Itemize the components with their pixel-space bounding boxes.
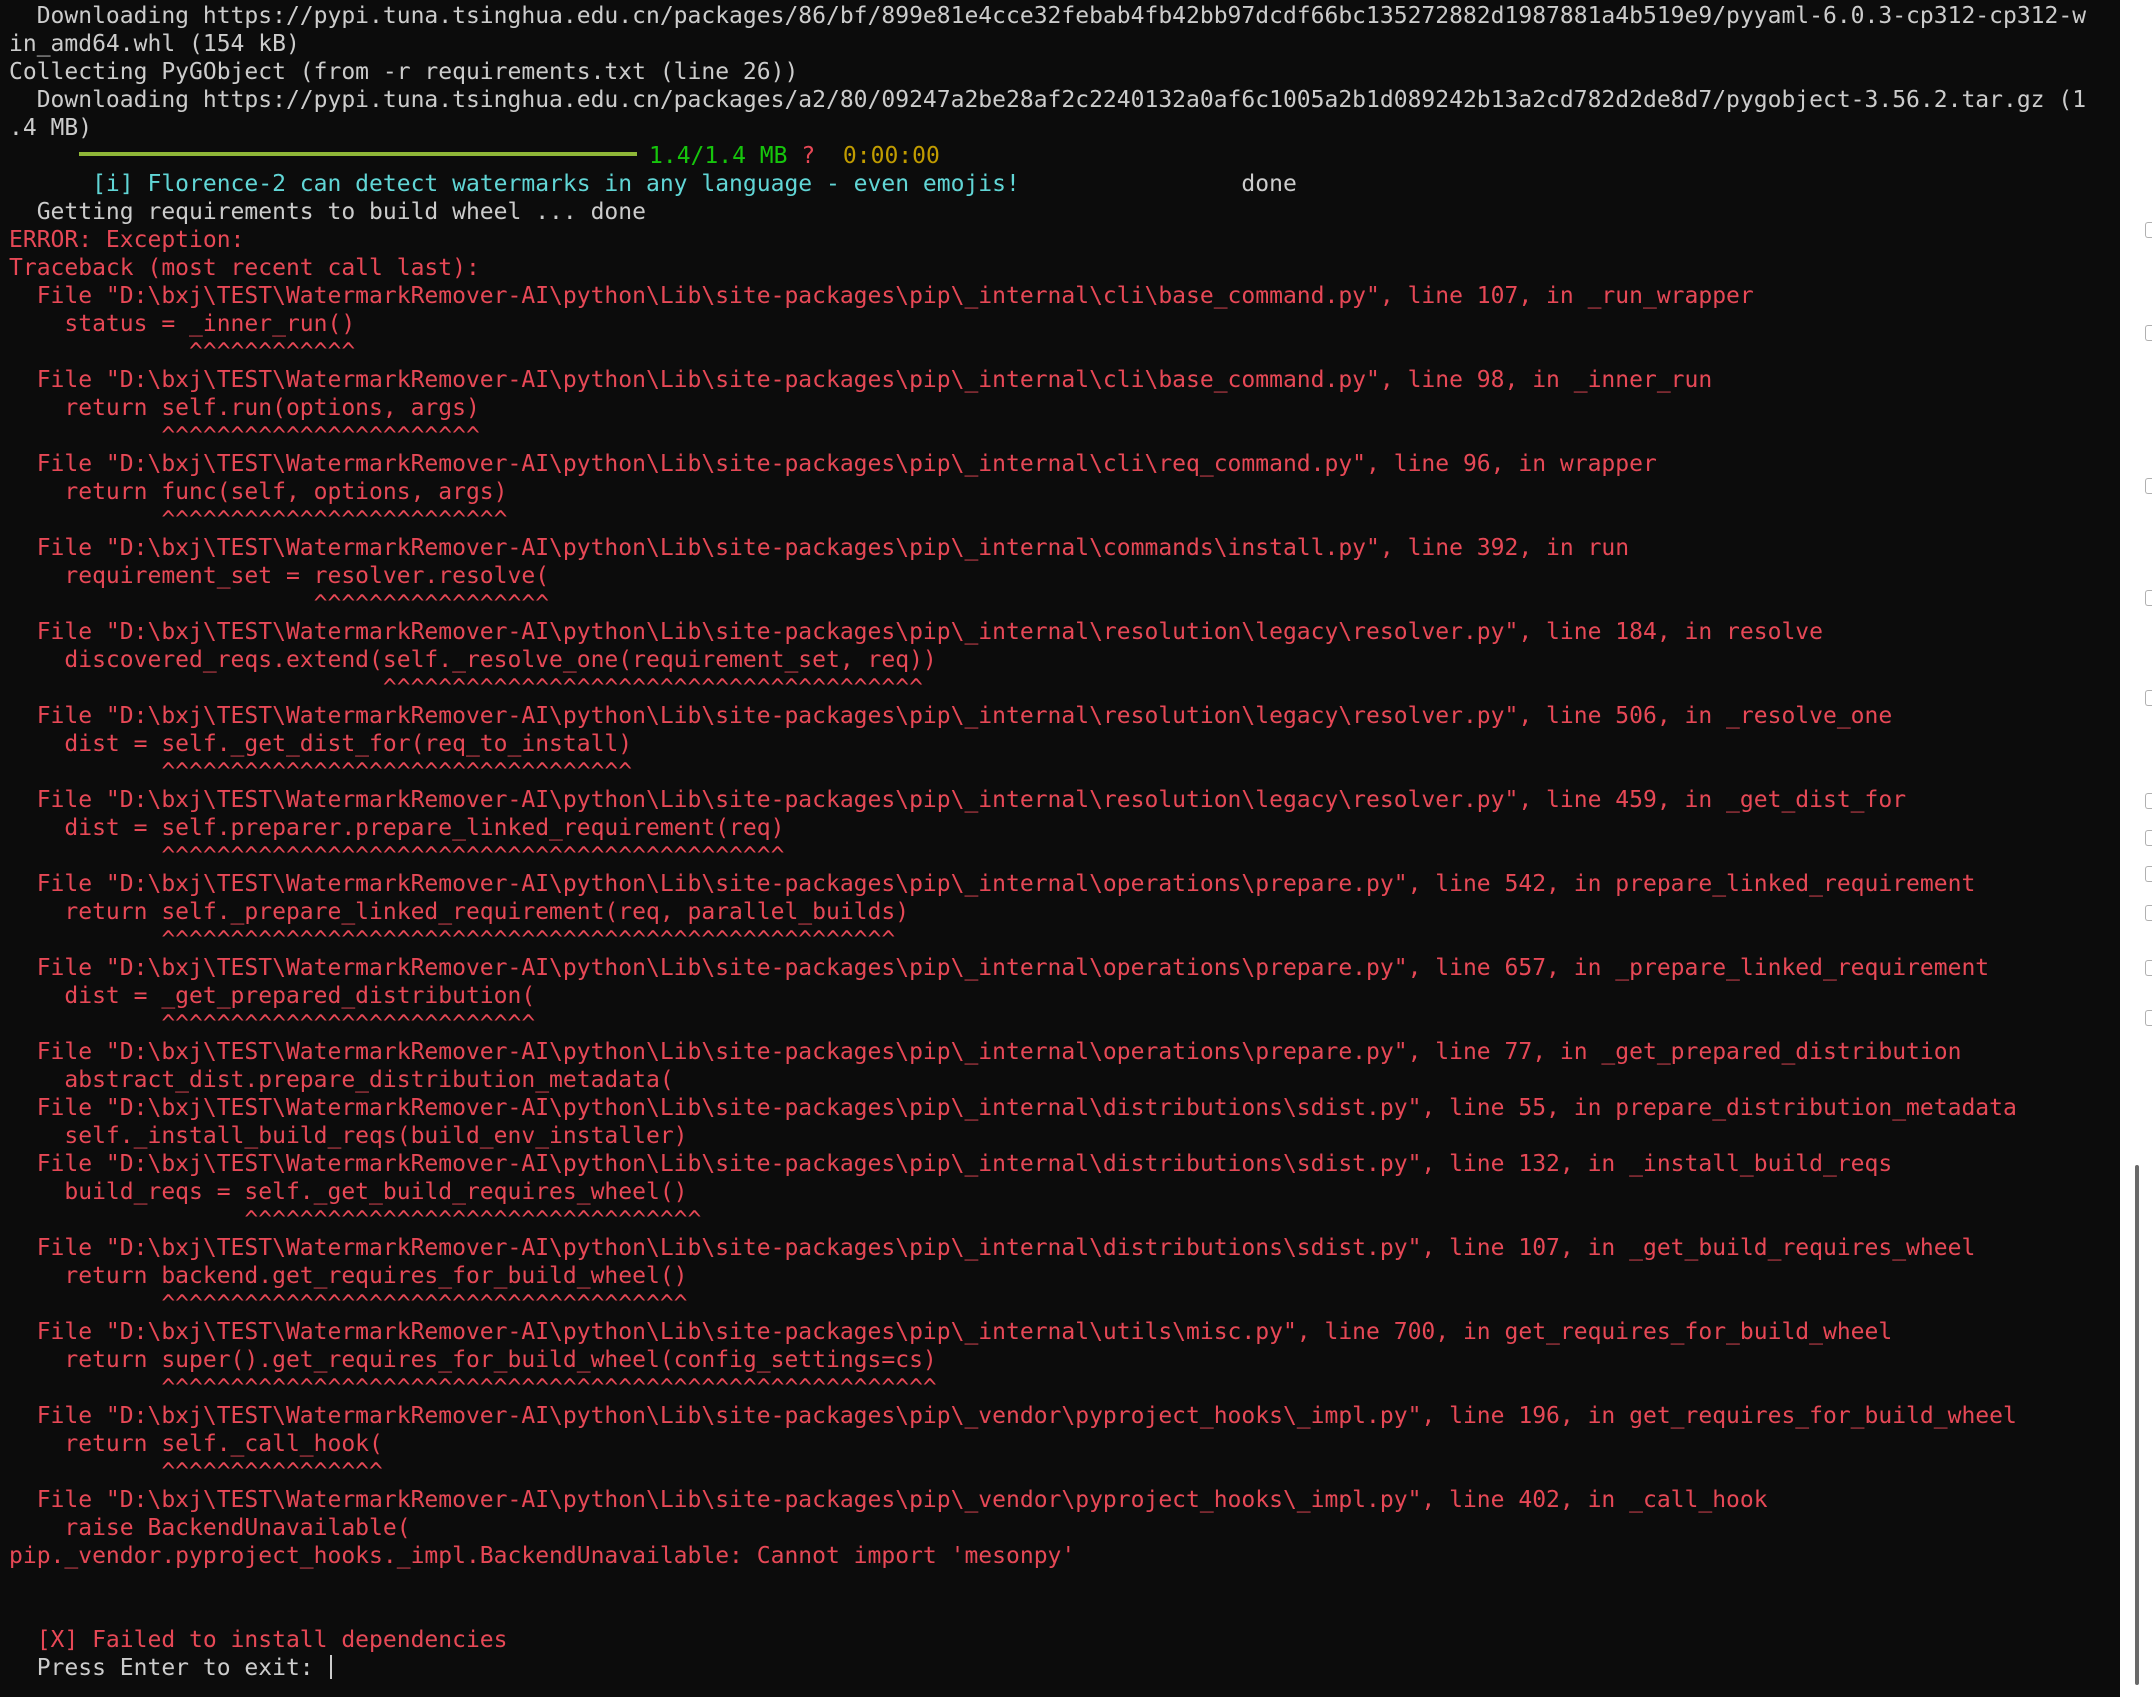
exit-prompt: Press Enter to exit: [9, 1655, 328, 1681]
error-line: File "D:\bxj\TEST\WatermarkRemover-AI\py… [9, 1403, 2017, 1429]
edge-marker [2145, 690, 2152, 706]
error-line: return self._prepare_linked_requirement(… [9, 899, 910, 925]
info-line: [i] Florence-2 can detect watermarks in … [9, 170, 2114, 198]
error-line: ^^^^^^^^^^^^^^^^^^^^^^^^^^^^^^^^^^^^^^^ [9, 675, 923, 701]
error-line: ^^^^^^^^^^^^^^^^^^^^^^^^^^^^^^^^^ [9, 1207, 702, 1233]
output-line: in_amd64.whl (154 kB) [9, 31, 300, 57]
error-line: File "D:\bxj\TEST\WatermarkRemover-AI\py… [9, 703, 1893, 729]
error-line: ^^^^^^^^^^^^^^^^^^^^^^^^^^^^^^^^^^^^^^^^… [9, 1375, 937, 1401]
error-line: requirement_set = resolver.resolve( [9, 563, 550, 589]
edge-marker [2145, 1010, 2152, 1026]
error-line: Traceback (most recent call last): [9, 255, 480, 281]
info-done-status: done [1241, 171, 1297, 197]
error-line: File "D:\bxj\TEST\WatermarkRemover-AI\py… [9, 871, 1976, 897]
error-line: File "D:\bxj\TEST\WatermarkRemover-AI\py… [9, 1151, 1893, 1177]
output-line: Downloading https://pypi.tuna.tsinghua.e… [9, 3, 2087, 29]
edge-marker [2145, 793, 2152, 809]
progress-bar [79, 151, 637, 156]
error-line: return func(self, options, args) [9, 479, 508, 505]
edge-marker [2145, 866, 2152, 882]
edge-markers [2143, 0, 2153, 1697]
edge-marker [2145, 478, 2152, 494]
error-line: discovered_reqs.extend(self._resolve_one… [9, 647, 937, 673]
error-line: dist = _get_prepared_distribution( [9, 983, 536, 1009]
info-message: [i] Florence-2 can detect watermarks in … [9, 171, 1020, 197]
terminal-output: Downloading https://pypi.tuna.tsinghua.e… [9, 2, 2114, 1682]
edge-marker [2145, 590, 2152, 606]
error-line: File "D:\bxj\TEST\WatermarkRemover-AI\py… [9, 451, 1657, 477]
error-line: ^^^^^^^^^^^^^^^^ [9, 1459, 383, 1485]
progress-line: 1.4/1.4 MB ? 0:00:00 [9, 142, 2114, 170]
error-line: File "D:\bxj\TEST\WatermarkRemover-AI\py… [9, 1235, 1976, 1261]
error-line: ^^^^^^^^^^^^ [9, 339, 356, 365]
scrollbar-track[interactable] [2120, 0, 2153, 1697]
error-line: abstract_dist.prepare_distribution_metad… [9, 1067, 674, 1093]
error-line: ^^^^^^^^^^^^^^^^^^^^^^^^^ [9, 507, 508, 533]
error-line: build_reqs = self._get_build_requires_wh… [9, 1179, 688, 1205]
error-line: status = _inner_run() [9, 311, 356, 337]
error-line: File "D:\bxj\TEST\WatermarkRemover-AI\py… [9, 535, 1630, 561]
error-line: ^^^^^^^^^^^^^^^^^^^^^^^^^^^^^^^^^^^^^^^^… [9, 843, 785, 869]
error-line: ^^^^^^^^^^^^^^^^^^^^^^^^^^^^^^^^^^^^^^^^… [9, 927, 896, 953]
output-line: Downloading https://pypi.tuna.tsinghua.e… [9, 87, 2087, 113]
error-line: File "D:\bxj\TEST\WatermarkRemover-AI\py… [9, 787, 1907, 813]
error-line: dist = self._get_dist_for(req_to_install… [9, 731, 633, 757]
progress-time: 0:00:00 [842, 143, 940, 169]
error-line: ^^^^^^^^^^^^^^^^^ [9, 591, 550, 617]
output-line: Collecting PyGObject (from -r requiremen… [9, 59, 799, 85]
scrollbar-thumb[interactable] [2135, 1165, 2139, 1685]
edge-marker [2145, 905, 2152, 921]
error-line: [X] Failed to install dependencies [9, 1627, 508, 1653]
edge-marker [2145, 830, 2152, 846]
error-line: ^^^^^^^^^^^^^^^^^^^^^^^ [9, 423, 480, 449]
output-line: .4 MB) [9, 115, 93, 141]
progress-size: 1.4/1.4 MB [649, 143, 788, 169]
error-line: File "D:\bxj\TEST\WatermarkRemover-AI\py… [9, 619, 1823, 645]
output-line: Getting requirements to build wheel ... … [9, 199, 646, 225]
error-line: return super().get_requires_for_build_wh… [9, 1347, 937, 1373]
error-line: File "D:\bxj\TEST\WatermarkRemover-AI\py… [9, 1039, 1962, 1065]
progress-eta: ? [801, 143, 816, 169]
error-line: return backend.get_requires_for_build_wh… [9, 1263, 688, 1289]
error-line: self._install_build_reqs(build_env_insta… [9, 1123, 688, 1149]
error-line: File "D:\bxj\TEST\WatermarkRemover-AI\py… [9, 955, 1990, 981]
text-cursor[interactable] [329, 1654, 332, 1679]
error-line: ERROR: Exception: [9, 227, 245, 253]
prompt-line: Press Enter to exit: [9, 1654, 2114, 1682]
error-line: File "D:\bxj\TEST\WatermarkRemover-AI\py… [9, 1319, 1893, 1345]
error-line: File "D:\bxj\TEST\WatermarkRemover-AI\py… [9, 1487, 1768, 1513]
error-line: ^^^^^^^^^^^^^^^^^^^^^^^^^^^ [9, 1011, 536, 1037]
error-line: File "D:\bxj\TEST\WatermarkRemover-AI\py… [9, 367, 1713, 393]
error-line: pip._vendor.pyproject_hooks._impl.Backen… [9, 1543, 1076, 1569]
error-line: File "D:\bxj\TEST\WatermarkRemover-AI\py… [9, 1095, 2017, 1121]
edge-marker [2145, 960, 2152, 976]
error-line: raise BackendUnavailable( [9, 1515, 411, 1541]
error-line: return self.run(options, args) [9, 395, 480, 421]
error-line: ^^^^^^^^^^^^^^^^^^^^^^^^^^^^^^^^^^ [9, 759, 633, 785]
edge-marker [2145, 222, 2152, 238]
error-line: File "D:\bxj\TEST\WatermarkRemover-AI\py… [9, 283, 1754, 309]
error-line: dist = self.preparer.prepare_linked_requ… [9, 815, 785, 841]
error-line: return self._call_hook( [9, 1431, 383, 1457]
edge-marker [2145, 325, 2152, 341]
error-line: ^^^^^^^^^^^^^^^^^^^^^^^^^^^^^^^^^^^^^^ [9, 1291, 688, 1317]
terminal-window[interactable]: Downloading https://pypi.tuna.tsinghua.e… [0, 0, 2120, 1697]
